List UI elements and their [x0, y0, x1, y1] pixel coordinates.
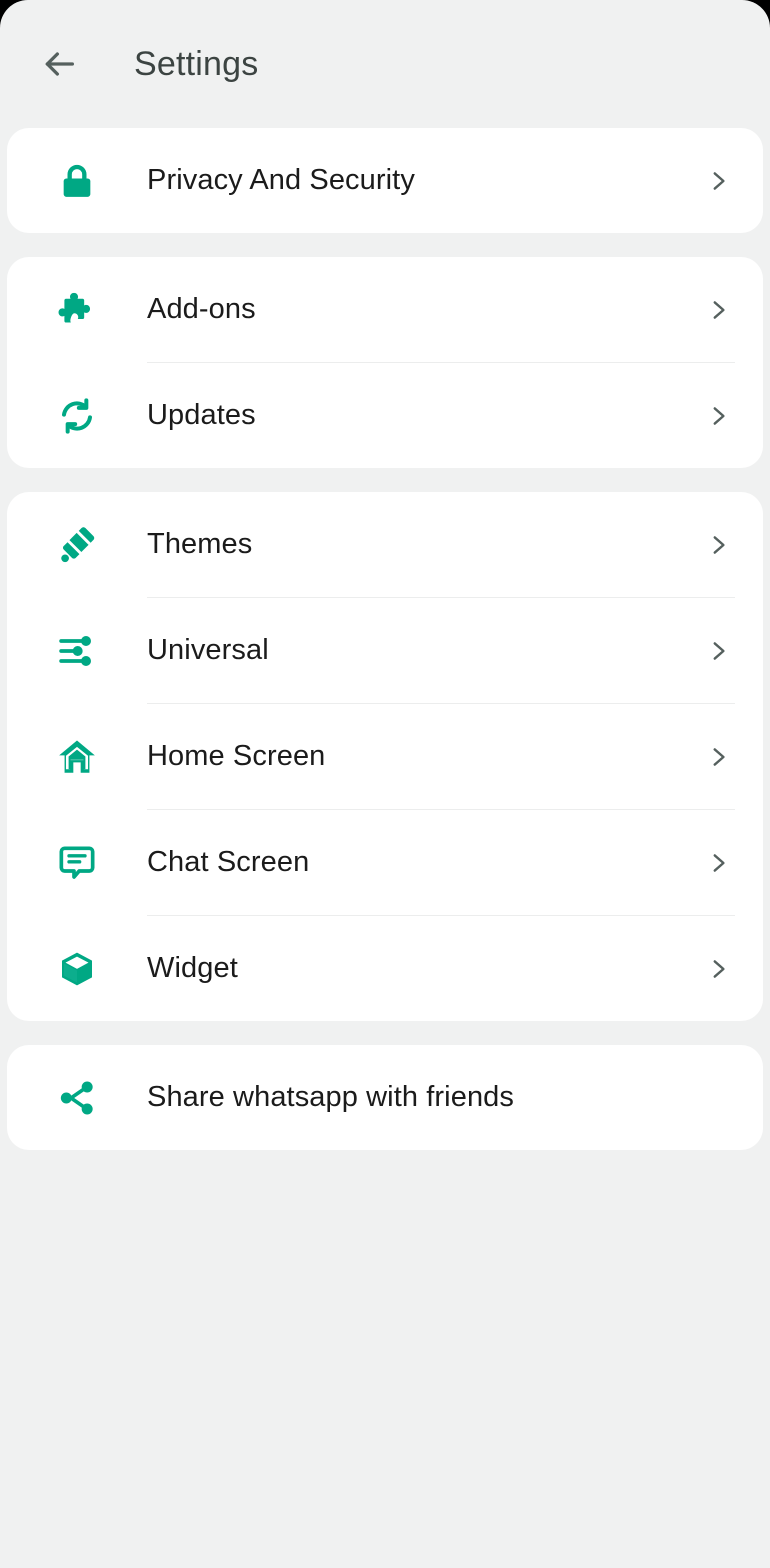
share-nodes-icon [7, 1078, 147, 1118]
settings-group-share: Share whatsapp with friends [7, 1045, 763, 1150]
chevron-right-icon [703, 401, 733, 431]
settings-row-home-screen[interactable]: Home Screen [7, 704, 763, 809]
settings-row-label: Share whatsapp with friends [147, 1081, 515, 1113]
chevron-right-icon [703, 636, 733, 666]
chevron-right-icon [703, 166, 733, 196]
settings-row-label: Widget [147, 952, 238, 984]
settings-row-label: Chat Screen [147, 846, 310, 878]
settings-group-appearance: Themes Universal Home Screen Chat Screen… [7, 492, 763, 1021]
settings-row-privacy-and-security[interactable]: Privacy And Security [7, 128, 763, 233]
settings-row-updates[interactable]: Updates [7, 363, 763, 468]
settings-row-label: Universal [147, 634, 269, 666]
settings-row-share-whatsapp-with-friends[interactable]: Share whatsapp with friends [7, 1045, 763, 1150]
chevron-right-icon [703, 848, 733, 878]
settings-screen: Settings Privacy And Security Add-ons Up… [0, 0, 770, 1568]
chevron-right-icon [703, 295, 733, 325]
settings-row-themes[interactable]: Themes [7, 492, 763, 597]
settings-row-add-ons[interactable]: Add-ons [7, 257, 763, 362]
settings-group-extensions: Add-ons Updates [7, 257, 763, 468]
settings-row-widget[interactable]: Widget [7, 916, 763, 1021]
settings-row-label: Home Screen [147, 740, 326, 772]
settings-row-label: Themes [147, 528, 253, 560]
arrow-left-icon [45, 52, 75, 76]
settings-row-universal[interactable]: Universal [7, 598, 763, 703]
settings-group-privacy: Privacy And Security [7, 128, 763, 233]
chevron-right-icon [703, 530, 733, 560]
lock-icon [7, 161, 147, 201]
back-button[interactable] [36, 41, 82, 87]
sliders-tune-icon [7, 631, 147, 671]
sync-refresh-icon [7, 396, 147, 436]
paint-roller-icon [7, 524, 147, 566]
home-icon [7, 736, 147, 778]
chevron-right-icon [703, 954, 733, 984]
cube-box-icon [7, 949, 147, 989]
chat-bubble-icon [7, 843, 147, 883]
page-title: Settings [134, 44, 259, 83]
app-header: Settings [0, 0, 770, 128]
chevron-right-icon [703, 742, 733, 772]
puzzle-piece-icon [7, 289, 147, 331]
settings-row-label: Privacy And Security [147, 164, 415, 196]
settings-row-label: Updates [147, 399, 256, 431]
settings-row-chat-screen[interactable]: Chat Screen [7, 810, 763, 915]
settings-row-label: Add-ons [147, 293, 256, 325]
